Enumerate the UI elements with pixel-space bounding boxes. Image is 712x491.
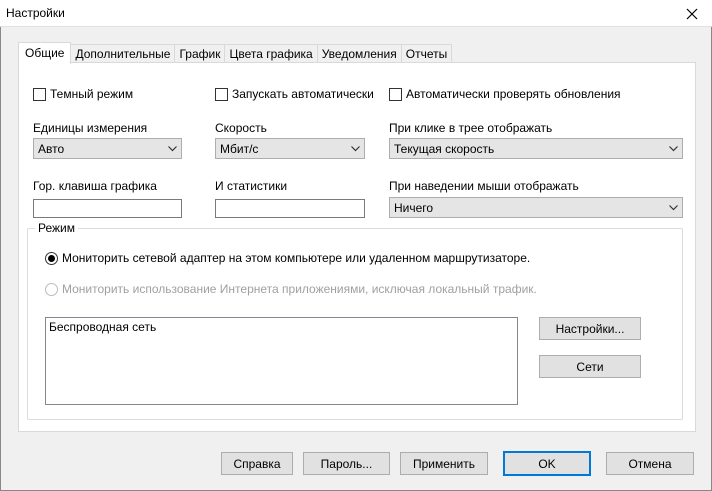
adapter-settings-button[interactable]: Настройки...	[539, 317, 641, 340]
chevron-down-icon	[164, 145, 181, 152]
general-panel: Темный режим Запускать автоматически Авт…	[18, 62, 696, 432]
autostart-label: Запускать автоматически	[232, 87, 374, 101]
graph-hotkey-label: Гор. клавиша графика	[33, 179, 157, 193]
tray-click-select[interactable]: Текущая скорость	[389, 138, 683, 159]
apply-button[interactable]: Применить	[400, 452, 488, 475]
units-value: Авто	[38, 141, 65, 156]
radio-dot[interactable]	[45, 251, 58, 265]
dark-mode-checkbox[interactable]: Темный режим	[33, 87, 133, 101]
tab-graph-colors[interactable]: Цвета графика	[224, 44, 318, 63]
cancel-button[interactable]: Отмена	[606, 452, 694, 475]
radio-adapter[interactable]: Мониторить сетевой адаптер на этом компь…	[45, 251, 530, 265]
tray-click-value: Текущая скорость	[394, 141, 495, 156]
autostart-checkbox[interactable]: Запускать автоматически	[215, 87, 374, 101]
checkbox-box[interactable]	[389, 87, 402, 101]
chevron-down-icon	[665, 204, 682, 211]
networks-button[interactable]: Сети	[539, 355, 641, 378]
checkbox-box[interactable]	[33, 87, 46, 101]
stats-hotkey-field[interactable]	[215, 199, 365, 218]
speed-value: Мбит/с	[220, 141, 259, 156]
auto-update-checkbox[interactable]: Автоматически проверять обновления	[389, 87, 621, 101]
tab-reports[interactable]: Отчеты	[400, 44, 453, 63]
tab-notifications[interactable]: Уведомления	[316, 44, 402, 63]
stats-hotkey-label: И статистики	[215, 179, 288, 193]
help-button[interactable]: Справка	[221, 452, 293, 475]
mode-group-title: Режим	[35, 221, 78, 235]
tab-advanced[interactable]: Дополнительные	[70, 44, 176, 63]
units-select[interactable]: Авто	[33, 138, 182, 159]
tab-strip: Общие Дополнительные График Цвета график…	[18, 42, 453, 64]
tray-click-label: При клике в трее отображать	[389, 121, 553, 135]
radio-apps[interactable]: Мониторить использование Интернета прило…	[45, 282, 537, 296]
ok-button[interactable]: OK	[503, 451, 591, 476]
window-title: Настройки	[6, 6, 65, 20]
speed-select[interactable]: Мбит/с	[215, 138, 365, 159]
mouse-hover-value: Ничего	[394, 200, 434, 215]
auto-update-label: Автоматически проверять обновления	[406, 87, 621, 101]
chevron-down-icon	[347, 145, 364, 152]
title-bar: Настройки	[0, 0, 712, 27]
checkbox-box[interactable]	[215, 87, 228, 101]
graph-hotkey-field[interactable]	[33, 199, 182, 218]
speed-label: Скорость	[215, 121, 267, 135]
radio-dot[interactable]	[45, 282, 58, 296]
password-button[interactable]: Пароль...	[303, 452, 390, 475]
tab-general[interactable]: Общие	[18, 42, 72, 64]
mouse-hover-label: При наведении мыши отображать	[389, 179, 579, 193]
close-icon[interactable]	[672, 0, 712, 27]
radio-adapter-label: Мониторить сетевой адаптер на этом компь…	[62, 251, 531, 265]
chevron-down-icon	[665, 145, 682, 152]
list-item[interactable]: Беспроводная сеть	[49, 320, 514, 334]
tab-graph[interactable]: График	[174, 44, 226, 63]
radio-apps-label: Мониторить использование Интернета прило…	[62, 282, 537, 296]
mouse-hover-select[interactable]: Ничего	[389, 197, 683, 218]
units-label: Единицы измерения	[33, 121, 148, 135]
dark-mode-label: Темный режим	[50, 87, 134, 101]
adapter-list[interactable]: Беспроводная сеть	[45, 317, 518, 405]
